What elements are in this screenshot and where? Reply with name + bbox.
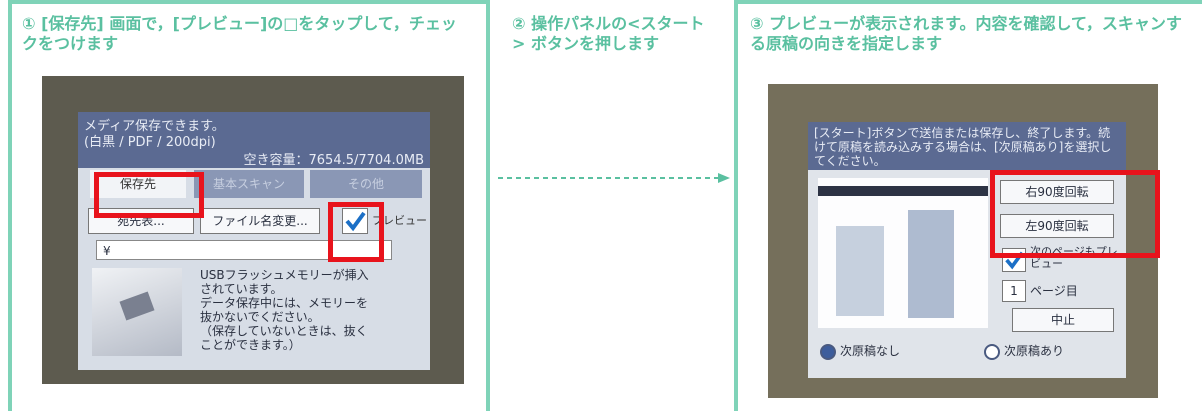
highlight-preview-checkbox [328,202,384,262]
usb-illustration [92,268,182,356]
scan-settings-label: (白黒 / PDF / 200dpi) [84,135,216,150]
page-unit-label: ページ目 [1030,284,1078,298]
step1-text: ① [保存先] 画面で，[プレビュー]の□をタップして，チェックをつけます [22,14,457,53]
radio-unselected-icon [984,343,1000,360]
notice-line: （保存していないときは、抜く [200,324,368,338]
radio-selected-icon [820,343,836,360]
tab-other[interactable]: その他 [310,170,422,198]
stop-button[interactable]: 中止 [1012,308,1114,332]
step2-text: ② 操作パネルの<スタート> ボタンを押します [512,14,705,53]
device-photo-1: メディア保存できます。 (白黒 / PDF / 200dpi) 空き容量：765… [42,76,464,384]
notice-line: 抜かないでください。 [200,310,320,324]
tab-basic-scan[interactable]: 基本スキャン [194,170,304,198]
usb-notice: USBフラッシュメモリーが挿入 されています。 データ保存中には、メモリーを 抜… [200,268,420,352]
highlight-save-tab [94,172,204,218]
step1-panel: ① [保存先] 画面で，[プレビュー]の□をタップして，チェックをつけます メデ… [8,0,490,411]
notice-line: データ保存中には、メモリーを [200,296,369,310]
device-photo-3: [スタート]ボタンで送信または保存し、終了します。続けて原稿を読み込みする場合は… [768,84,1160,398]
free-space-label: 空き容量：7654.5/7704.0MB [243,153,425,168]
page-number-field: 1 [1002,280,1026,302]
step3-text: ③ プレビューが表示されます。内容を確認して，スキャンする原稿の向きを指定します [750,14,1182,53]
radio-has-next-original[interactable]: 次原稿あり [984,342,1064,360]
notice-line: されています。 [200,282,283,296]
screen-header: メディア保存できます。 (白黒 / PDF / 200dpi) 空き容量：765… [78,112,430,168]
preview-header: [スタート]ボタンで送信または保存し、終了します。続けて原稿を読み込みする場合は… [808,122,1126,170]
notice-line: ことができます。） [200,338,301,352]
rename-file-button[interactable]: ファイル名変更... [200,208,320,234]
preview-image [818,178,988,328]
step3-panel: ③ プレビューが表示されます。内容を確認して，スキャンする原稿の向きを指定します… [734,0,1202,411]
radio-label: 次原稿あり [1004,344,1065,358]
notice-line: USBフラッシュメモリーが挿入 [200,268,369,282]
radio-no-next-original[interactable]: 次原稿なし [820,342,900,360]
arrow-right-icon [498,173,730,183]
radio-label: 次原稿なし [840,344,901,358]
step2-panel: ② 操作パネルの<スタート> ボタンを押します [496,0,730,411]
highlight-rotate-buttons [990,170,1160,258]
